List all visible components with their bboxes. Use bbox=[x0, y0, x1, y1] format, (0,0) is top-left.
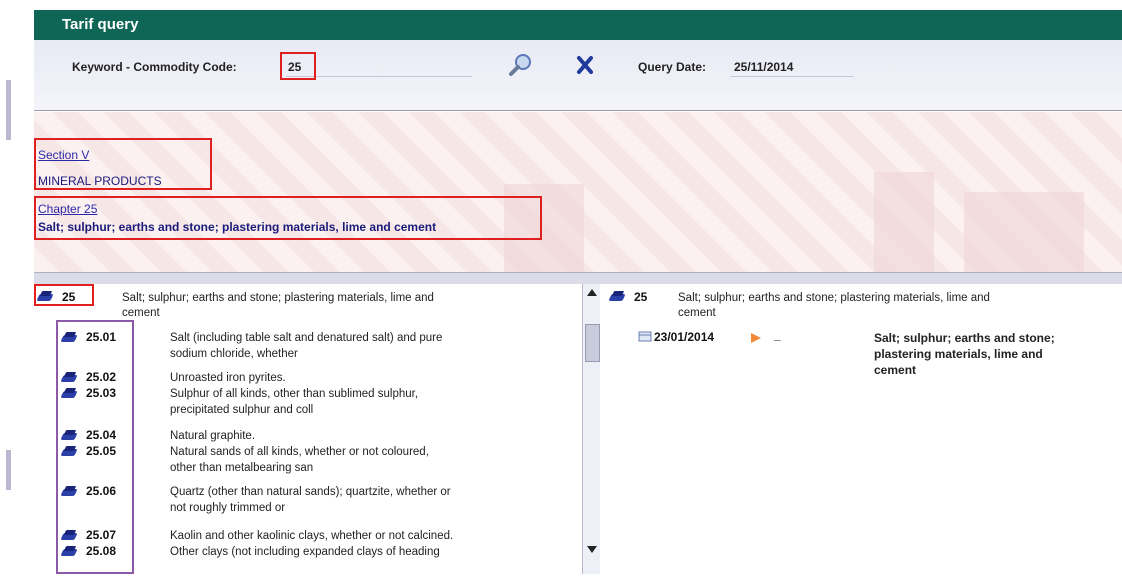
codes-highlight-box bbox=[56, 320, 134, 574]
book-icon bbox=[608, 291, 626, 302]
tree-item-desc: Unroasted iron pyrites. bbox=[170, 372, 286, 384]
tree-item-desc-line2: other than metalbearing san bbox=[170, 462, 314, 474]
left-edge-bar bbox=[0, 0, 25, 574]
edge-tick bbox=[6, 80, 11, 140]
chapter-highlight-box bbox=[34, 196, 542, 240]
window-title: Tarif query bbox=[34, 10, 1122, 40]
edge-tick bbox=[6, 450, 11, 490]
date-input-underline bbox=[730, 76, 854, 77]
watermark-decor bbox=[964, 192, 1084, 282]
tree-root-desc-line2: cement bbox=[122, 307, 160, 319]
detail-desc: Salt; sulphur; earths and stone; plaster… bbox=[678, 292, 990, 304]
tree-item-desc: Salt (including table salt and denatured… bbox=[170, 332, 443, 344]
search-button[interactable] bbox=[508, 52, 536, 78]
detail-desc-line2: cement bbox=[678, 307, 716, 319]
play-arrow-icon[interactable] bbox=[750, 332, 762, 344]
tariff-tree-pane: 25 Salt; sulphur; earths and stone; plas… bbox=[34, 284, 582, 574]
detail-code: 25 bbox=[634, 290, 648, 304]
keyword-highlight-box bbox=[280, 52, 316, 80]
tree-scrollbar[interactable] bbox=[582, 284, 602, 574]
detail-dash: _ bbox=[774, 328, 781, 342]
search-icon bbox=[509, 54, 531, 76]
tree-item-desc: Natural sands of all kinds, whether or n… bbox=[170, 446, 429, 458]
detail-bold-desc-line2: plastering materials, lime and bbox=[874, 347, 1043, 361]
tree-item-desc-line2: precipitated sulphur and coll bbox=[170, 404, 314, 416]
tree-item-desc: Quartz (other than natural sands); quart… bbox=[170, 486, 451, 498]
query-bar: Keyword - Commodity Code: 25 Query Date:… bbox=[34, 40, 1122, 111]
query-date-label: Query Date: bbox=[638, 60, 707, 74]
scrollbar-thumb[interactable] bbox=[585, 324, 600, 362]
tarif-query-window: Tarif query Keyword - Commodity Code: 25… bbox=[24, 0, 1122, 574]
breadcrumb-area: Section V MINERAL PRODUCTS Chapter 25 Sa… bbox=[34, 112, 1122, 282]
tree-item-desc-line2: not roughly trimmed or bbox=[170, 502, 286, 514]
watermark-decor bbox=[874, 172, 934, 282]
detail-pane: 25 Salt; sulphur; earths and stone; plas… bbox=[600, 284, 1122, 574]
calendar-icon bbox=[638, 331, 652, 342]
tree-item-desc-line2: sodium chloride, whether bbox=[170, 348, 298, 360]
tree-item-desc: Other clays (not including expanded clay… bbox=[170, 546, 440, 558]
detail-date: 23/01/2014 bbox=[654, 330, 715, 344]
tree-item-desc: Kaolin and other kaolinic clays, whether… bbox=[170, 530, 454, 542]
tree-item-desc: Natural graphite. bbox=[170, 430, 256, 442]
section-highlight-box bbox=[34, 138, 212, 190]
root-code-highlight-box bbox=[34, 284, 94, 306]
keyword-label: Keyword - Commodity Code: bbox=[72, 60, 237, 74]
tree-root-desc: Salt; sulphur; earths and stone; plaster… bbox=[122, 292, 434, 304]
detail-bold-desc-line3: cement bbox=[874, 363, 917, 377]
query-date-input[interactable]: 25/11/2014 bbox=[734, 60, 793, 74]
close-icon bbox=[577, 56, 593, 74]
detail-bold-desc: Salt; sulphur; earths and stone; bbox=[874, 331, 1055, 345]
clear-button[interactable] bbox=[574, 52, 598, 78]
tree-item-desc: Sulphur of all kinds, other than sublime… bbox=[170, 388, 419, 400]
